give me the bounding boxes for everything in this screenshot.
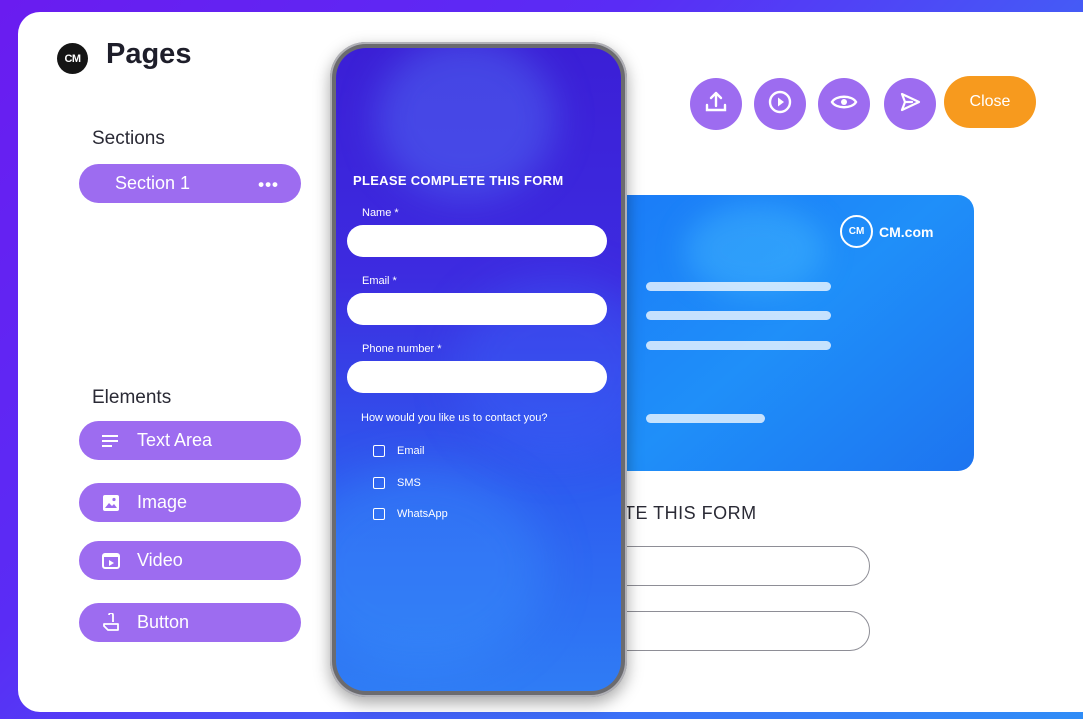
- section-item-label: Section 1: [115, 173, 191, 193]
- phone-screen: PLEASE COMPLETE THIS FORM Name * Email *…: [336, 48, 621, 691]
- screen-decoration: [336, 468, 546, 668]
- option-label: SMS: [397, 477, 421, 489]
- text-placeholder-line: [646, 282, 831, 291]
- phone-preview: PLEASE COMPLETE THIS FORM Name * Email *…: [330, 42, 627, 697]
- element-label: Image: [137, 492, 188, 512]
- option-sms[interactable]: SMS: [373, 477, 421, 489]
- text-placeholder-line: [646, 341, 831, 350]
- back-form-title: IETE THIS FORM: [606, 503, 757, 523]
- contact-question: How would you like us to contact you?: [361, 412, 548, 424]
- app-title: Pages: [106, 38, 192, 70]
- checkbox[interactable]: [373, 445, 385, 457]
- element-text-area[interactable]: Text Area: [79, 421, 301, 460]
- element-image[interactable]: Image: [79, 483, 301, 522]
- text-area-icon: [101, 431, 121, 451]
- eye-icon: [830, 92, 858, 117]
- section-item-1[interactable]: Section 1 •••: [79, 164, 301, 203]
- send-icon: [897, 89, 923, 120]
- checkbox[interactable]: [373, 508, 385, 520]
- text-placeholder-line: [646, 311, 831, 320]
- element-label: Button: [137, 612, 190, 632]
- send-button[interactable]: [884, 78, 936, 130]
- option-email[interactable]: Email: [373, 445, 425, 457]
- name-label: Name *: [362, 207, 399, 219]
- brand-name: CM.com: [879, 223, 934, 240]
- option-label: WhatsApp: [397, 508, 448, 520]
- play-icon: [767, 89, 793, 120]
- sections-heading: Sections: [92, 128, 165, 149]
- close-button[interactable]: Close: [944, 76, 1036, 128]
- upload-icon: [703, 89, 729, 120]
- button-placeholder-line: [646, 414, 765, 423]
- preview-card: CM CM.com: [590, 195, 974, 471]
- option-whatsapp[interactable]: WhatsApp: [373, 508, 448, 520]
- element-button[interactable]: Button: [79, 603, 301, 642]
- video-icon: [101, 551, 121, 571]
- preview-button[interactable]: [818, 78, 870, 130]
- element-video[interactable]: Video: [79, 541, 301, 580]
- checkbox[interactable]: [373, 477, 385, 489]
- elements-heading: Elements: [92, 387, 172, 408]
- element-label: Text Area: [137, 430, 213, 450]
- phone-label: Phone number *: [362, 343, 442, 355]
- option-label: Email: [397, 445, 425, 457]
- email-label: Email *: [362, 275, 397, 287]
- upload-button[interactable]: [690, 78, 742, 130]
- name-field[interactable]: [347, 225, 607, 257]
- email-field[interactable]: [347, 293, 607, 325]
- element-label: Video: [137, 550, 183, 570]
- form-title: PLEASE COMPLETE THIS FORM: [353, 173, 564, 188]
- more-options-icon[interactable]: •••: [258, 175, 279, 195]
- phone-field[interactable]: [347, 361, 607, 393]
- cm-brand-logo: CM CM.com: [840, 215, 933, 248]
- play-button[interactable]: [754, 78, 806, 130]
- cm-logo-icon: CM: [840, 215, 873, 248]
- button-pointer-icon: [101, 612, 121, 633]
- image-icon: [101, 493, 121, 513]
- cm-logo: CM: [57, 43, 88, 74]
